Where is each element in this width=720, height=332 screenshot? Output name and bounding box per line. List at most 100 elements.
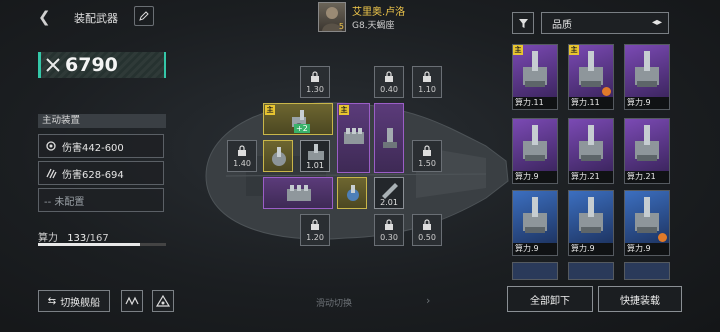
active-slot-3[interactable]: -- 未配置 bbox=[38, 188, 164, 212]
active-slot-label: 伤害628-694 bbox=[62, 169, 124, 181]
main-tag: 主 bbox=[339, 105, 349, 115]
unequip-all-button[interactable]: 全部卸下 bbox=[507, 286, 593, 312]
swipe-hint: 滑动切换 bbox=[316, 299, 353, 309]
locked-slot[interactable]: 1.30 bbox=[300, 66, 330, 98]
weapon-icon bbox=[635, 125, 659, 161]
inventory-card-partial[interactable] bbox=[568, 262, 614, 280]
turret-icon bbox=[347, 185, 359, 201]
inventory-card[interactable]: 主算力.11 bbox=[512, 44, 558, 110]
sort-select[interactable]: 品质 ◂▸ bbox=[541, 12, 669, 34]
cannon-icon bbox=[308, 144, 324, 160]
lock-icon bbox=[238, 144, 246, 156]
weapon-type-button[interactable] bbox=[121, 290, 143, 312]
inventory-card-partial[interactable] bbox=[624, 262, 670, 280]
slot-cost: 1.50 bbox=[418, 158, 436, 168]
locked-slot[interactable]: 1.50 bbox=[412, 140, 442, 172]
inventory-card[interactable]: 算力.21 bbox=[624, 118, 670, 184]
locked-slot[interactable]: 0.40 bbox=[374, 66, 404, 98]
inventory-card-partial[interactable] bbox=[512, 262, 558, 280]
filter-button[interactable] bbox=[512, 12, 534, 34]
locked-slot[interactable]: 0.30 bbox=[374, 214, 404, 246]
slot-cost: 0.50 bbox=[418, 232, 436, 242]
equipped-weapon-yellow-wide[interactable]: 主 +2 bbox=[263, 103, 333, 135]
combat-power-value: 6790 bbox=[65, 54, 118, 76]
lock-icon bbox=[311, 70, 319, 82]
back-icon[interactable]: ❮ bbox=[38, 8, 51, 26]
weapon-icon bbox=[579, 197, 603, 233]
weapon-thumbnail bbox=[513, 119, 557, 171]
inventory-card[interactable]: 算力.9 bbox=[624, 44, 670, 110]
slot-cost: 1.01 bbox=[306, 161, 324, 170]
crossed-swords-icon bbox=[46, 58, 60, 72]
inventory-card[interactable]: 算力.9 bbox=[512, 190, 558, 256]
weapon-icon bbox=[523, 125, 547, 161]
missile-pod-icon bbox=[344, 128, 364, 144]
wave-icon bbox=[125, 296, 139, 306]
ship-name: G8.天蝎座 bbox=[352, 21, 395, 31]
gun-icon bbox=[382, 183, 398, 199]
slot-cost: 1.30 bbox=[306, 84, 324, 94]
equipped-weapon-yellow[interactable] bbox=[337, 177, 367, 209]
active-slot-label: 伤害442-600 bbox=[62, 142, 124, 154]
switch-ship-button[interactable]: ⇆ 切换舰船 bbox=[38, 290, 110, 312]
inventory-card[interactable]: 算力.21 bbox=[568, 118, 614, 184]
equipped-weapon-gray[interactable]: 1.01 bbox=[300, 140, 330, 172]
quick-equip-button[interactable]: 快捷装载 bbox=[598, 286, 682, 312]
chevron-right-icon[interactable]: › bbox=[426, 294, 430, 307]
equipped-weapon-purple-tall[interactable]: 主 bbox=[337, 103, 370, 173]
formation-button[interactable] bbox=[152, 290, 174, 312]
claw-icon bbox=[44, 166, 58, 180]
card-power-label: 算力.9 bbox=[513, 243, 557, 255]
card-power-label: 算力.21 bbox=[625, 171, 669, 183]
capacity-bar bbox=[38, 243, 166, 246]
weapon-thumbnail bbox=[569, 119, 613, 171]
pilot-avatar[interactable]: 5 bbox=[318, 2, 346, 32]
active-slot-label: -- 未配置 bbox=[44, 196, 85, 208]
slot-cost: 1.10 bbox=[418, 84, 436, 94]
pen-icon bbox=[139, 11, 149, 21]
card-power-label: 算力.9 bbox=[569, 243, 613, 255]
card-power-label: 算力.11 bbox=[513, 97, 557, 109]
locked-slot[interactable]: 1.10 bbox=[412, 66, 442, 98]
edit-button[interactable] bbox=[134, 6, 154, 26]
card-power-label: 算力.21 bbox=[569, 171, 613, 183]
main-tag: 主 bbox=[265, 105, 275, 115]
weapon-thumbnail bbox=[625, 119, 669, 171]
active-slot-2[interactable]: 伤害628-694 bbox=[38, 161, 164, 185]
lock-icon bbox=[423, 70, 431, 82]
equipped-weapon-purple-side[interactable] bbox=[374, 103, 404, 173]
weapon-icon bbox=[635, 51, 659, 87]
lock-icon bbox=[423, 144, 431, 156]
status-badge bbox=[602, 87, 611, 96]
page-title: 装配武器 bbox=[74, 12, 118, 25]
card-power-label: 算力.9 bbox=[625, 97, 669, 109]
lock-icon bbox=[311, 218, 319, 230]
locked-slot[interactable]: 0.50 bbox=[412, 214, 442, 246]
slot-cost: 2.01 bbox=[380, 198, 398, 207]
weapon-thumbnail bbox=[569, 191, 613, 243]
status-badge bbox=[658, 233, 667, 242]
missile-pod-icon bbox=[287, 185, 311, 201]
equipped-weapon-yellow[interactable] bbox=[263, 140, 293, 172]
active-slot-1[interactable]: 伤害442-600 bbox=[38, 134, 164, 158]
capacity-bar-fill bbox=[38, 243, 140, 246]
turret-icon bbox=[272, 147, 286, 166]
inventory-card[interactable]: 算力.9 bbox=[512, 118, 558, 184]
locked-slot[interactable]: 1.40 bbox=[227, 140, 257, 172]
equip-screen: ❮ 装配武器 5 艾里奥.卢洛 G8.天蝎座 6790 主动装置 伤害442-6… bbox=[0, 0, 720, 332]
card-power-label: 算力.11 bbox=[569, 97, 613, 109]
inventory-card[interactable]: 主算力.11 bbox=[568, 44, 614, 110]
lock-icon bbox=[385, 70, 393, 82]
inventory-card[interactable]: 算力.9 bbox=[624, 190, 670, 256]
card-power-label: 算力.9 bbox=[625, 243, 669, 255]
equipped-weapon-gray[interactable]: 2.01 bbox=[374, 177, 404, 209]
slot-cost: 0.30 bbox=[380, 232, 398, 242]
main-tag: 主 bbox=[569, 45, 579, 55]
weapon-thumbnail bbox=[625, 45, 669, 97]
equipped-weapon-purple-wide[interactable] bbox=[263, 177, 333, 209]
gear-icon bbox=[44, 139, 58, 153]
inventory-card[interactable]: 算力.9 bbox=[568, 190, 614, 256]
locked-slot[interactable]: 1.20 bbox=[300, 214, 330, 246]
card-power-label: 算力.9 bbox=[513, 171, 557, 183]
upgrade-badge: +2 bbox=[294, 124, 310, 133]
